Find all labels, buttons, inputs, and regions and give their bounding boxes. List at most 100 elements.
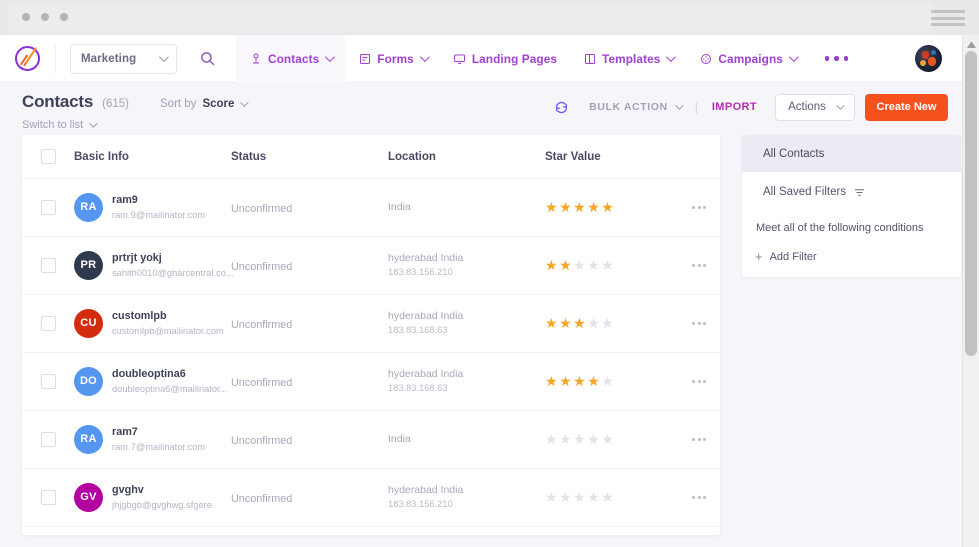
star-icon[interactable]: ★ (559, 257, 572, 274)
filter-all-contacts[interactable]: All Contacts (742, 135, 961, 172)
user-avatar[interactable] (915, 45, 942, 72)
row-select-cell[interactable] (22, 432, 74, 447)
star-icon[interactable]: ★ (545, 373, 558, 390)
row-checkbox[interactable] (41, 258, 56, 273)
star-icon[interactable]: ★ (545, 257, 558, 274)
star-icon[interactable]: ★ (587, 431, 600, 448)
window-minimize-dot[interactable] (41, 13, 49, 21)
column-header-basic-info[interactable]: Basic Info (74, 151, 231, 163)
star-rating[interactable]: ★★★★★ (545, 315, 678, 332)
table-row[interactable]: PRprtrjt yokjsahith0010@gharcentral.co..… (22, 237, 720, 295)
row-checkbox[interactable] (41, 432, 56, 447)
select-all-cell[interactable] (22, 149, 74, 164)
star-icon[interactable]: ★ (601, 373, 614, 390)
star-icon[interactable]: ★ (601, 315, 614, 332)
star-icon[interactable]: ★ (559, 373, 572, 390)
star-icon[interactable]: ★ (601, 257, 614, 274)
add-filter-button[interactable]: + Add Filter (742, 234, 961, 263)
star-icon[interactable]: ★ (587, 199, 600, 216)
nav-item-forms[interactable]: Forms (345, 35, 440, 83)
cell-star-value: ★★★★★ (545, 315, 678, 332)
row-select-cell[interactable] (22, 316, 74, 331)
switch-to-list-control[interactable]: Switch to list (22, 119, 246, 131)
nav-item-campaigns[interactable]: Campaigns (686, 35, 809, 83)
nav-item-landing-pages[interactable]: Landing Pages (440, 35, 570, 83)
window-controls[interactable] (22, 13, 68, 21)
star-rating[interactable]: ★★★★★ (545, 199, 678, 216)
app-logo-icon[interactable] (0, 46, 55, 71)
table-row[interactable]: DOdoubleoptina6doubleoptina6@mailinator.… (22, 353, 720, 411)
select-all-checkbox[interactable] (41, 149, 56, 164)
status-badge: Unconfirmed (231, 261, 292, 273)
hamburger-icon[interactable] (931, 10, 965, 26)
scrollbar-thumb[interactable] (965, 51, 977, 356)
more-horizontal-icon[interactable] (809, 56, 865, 61)
star-rating[interactable]: ★★★★★ (545, 431, 678, 448)
star-icon[interactable]: ★ (587, 315, 600, 332)
star-icon[interactable]: ★ (545, 315, 558, 332)
row-menu-button[interactable] (678, 206, 720, 209)
row-checkbox[interactable] (41, 490, 56, 505)
star-icon[interactable]: ★ (545, 489, 558, 506)
row-select-cell[interactable] (22, 374, 74, 389)
column-header-location[interactable]: Location (388, 151, 545, 163)
star-icon[interactable]: ★ (573, 431, 586, 448)
workspace-selector[interactable]: Marketing (70, 44, 177, 74)
bulk-action-dropdown[interactable]: BULK ACTION (589, 101, 681, 113)
row-menu-button[interactable] (678, 496, 720, 499)
contact-location: hyderabad India (388, 251, 545, 267)
star-icon[interactable]: ★ (601, 199, 614, 216)
star-icon[interactable]: ★ (587, 373, 600, 390)
row-menu-button[interactable] (678, 380, 720, 383)
star-icon[interactable]: ★ (559, 199, 572, 216)
star-icon[interactable]: ★ (573, 257, 586, 274)
star-icon[interactable]: ★ (559, 431, 572, 448)
row-menu-button[interactable] (678, 264, 720, 267)
window-maximize-dot[interactable] (60, 13, 68, 21)
table-header-row: Basic Info Status Location Star Value (22, 135, 720, 179)
nav-item-templates[interactable]: Templates (570, 35, 686, 83)
star-rating[interactable]: ★★★★★ (545, 373, 678, 390)
star-icon[interactable]: ★ (559, 489, 572, 506)
star-icon[interactable]: ★ (573, 315, 586, 332)
row-menu-button[interactable] (678, 322, 720, 325)
column-header-star-value[interactable]: Star Value (545, 151, 678, 163)
star-icon[interactable]: ★ (545, 431, 558, 448)
star-icon[interactable]: ★ (573, 373, 586, 390)
star-icon[interactable]: ★ (601, 431, 614, 448)
actions-button[interactable]: Actions (775, 94, 855, 121)
scroll-up-arrow-icon[interactable] (967, 39, 976, 48)
star-icon[interactable]: ★ (587, 257, 600, 274)
create-new-button[interactable]: Create New (865, 94, 948, 121)
import-button[interactable]: IMPORT (712, 101, 757, 113)
table-row[interactable]: CUcustomlpbcustomlpb@mailinator.comUncon… (22, 295, 720, 353)
status-badge: Unconfirmed (231, 203, 292, 215)
row-checkbox[interactable] (41, 200, 56, 215)
row-checkbox[interactable] (41, 316, 56, 331)
table-row[interactable]: RAram9ram.9@mailinator.comUnconfirmedInd… (22, 179, 720, 237)
vertical-scrollbar[interactable] (962, 35, 979, 547)
search-icon[interactable] (196, 48, 218, 70)
star-rating[interactable]: ★★★★★ (545, 257, 678, 274)
window-close-dot[interactable] (22, 13, 30, 21)
star-icon[interactable]: ★ (559, 315, 572, 332)
sort-by-control[interactable]: Sort by Score (160, 98, 246, 110)
nav-item-contacts[interactable]: Contacts (236, 35, 345, 83)
column-header-status[interactable]: Status (231, 151, 388, 163)
star-icon[interactable]: ★ (587, 489, 600, 506)
all-saved-filters[interactable]: All Saved Filters (742, 172, 961, 198)
row-select-cell[interactable] (22, 258, 74, 273)
row-menu-button[interactable] (678, 438, 720, 441)
row-select-cell[interactable] (22, 490, 74, 505)
table-row[interactable]: GVgvghvjhjgbgb@gvghwg.sfgereUnconfirmedh… (22, 469, 720, 527)
row-checkbox[interactable] (41, 374, 56, 389)
refresh-icon[interactable] (547, 93, 575, 121)
star-icon[interactable]: ★ (545, 199, 558, 216)
star-icon[interactable]: ★ (573, 199, 586, 216)
star-icon[interactable]: ★ (573, 489, 586, 506)
table-row[interactable]: RAram7ram.7@mailinator.comUnconfirmedInd… (22, 411, 720, 469)
row-select-cell[interactable] (22, 200, 74, 215)
contact-email: ram.7@mailinator.com (112, 441, 205, 454)
star-icon[interactable]: ★ (601, 489, 614, 506)
star-rating[interactable]: ★★★★★ (545, 489, 678, 506)
